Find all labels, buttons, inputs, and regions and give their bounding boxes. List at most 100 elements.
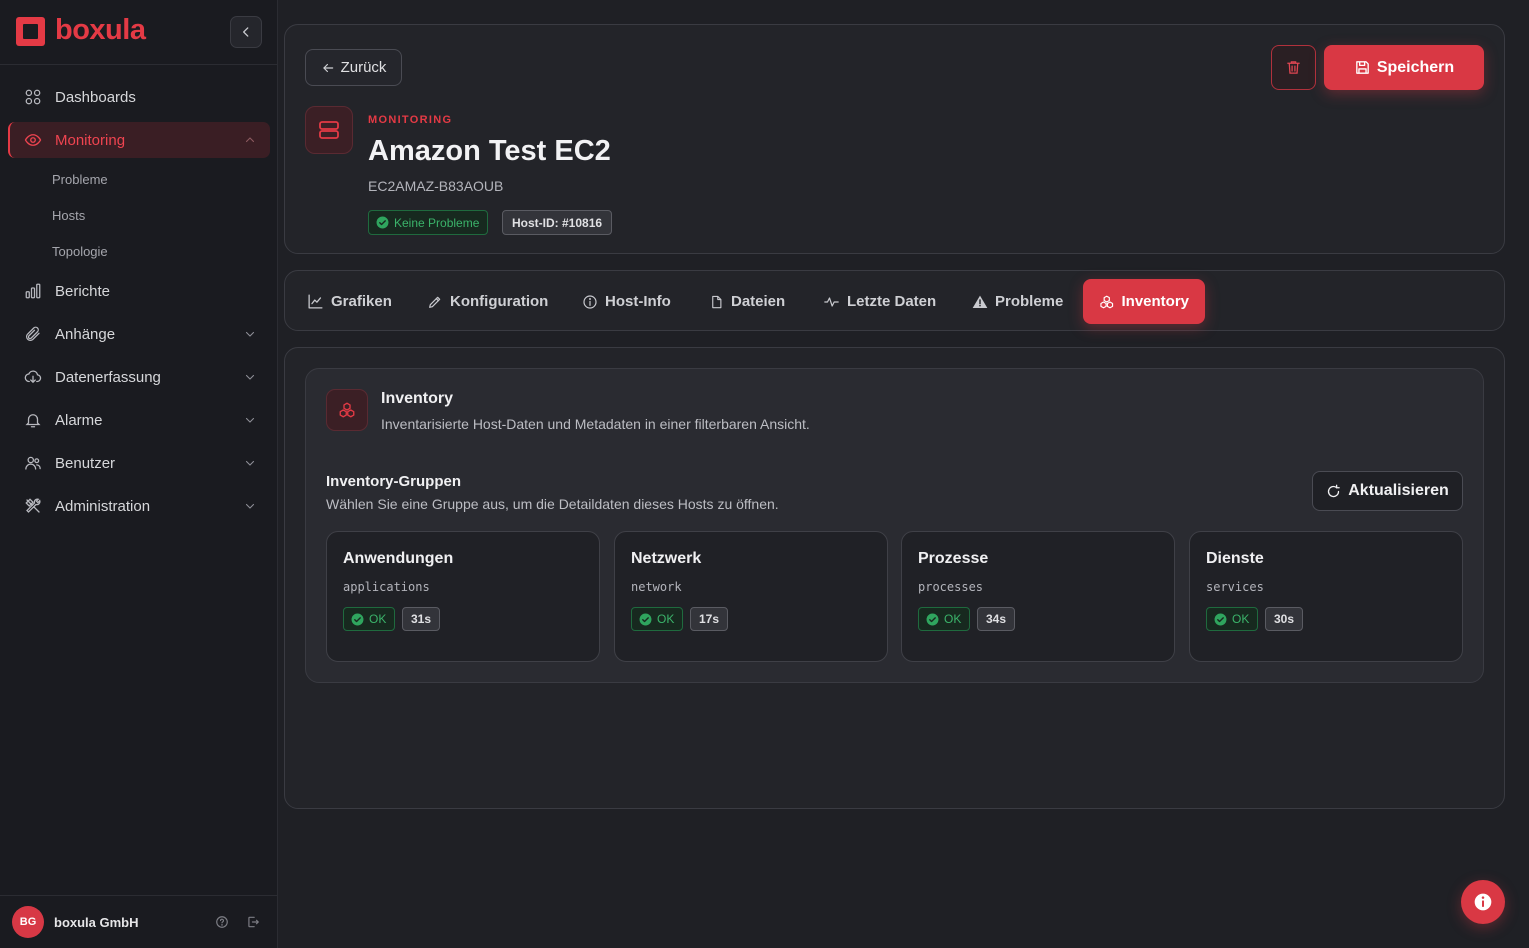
tab-inventory[interactable]: Inventory xyxy=(1083,279,1205,324)
sidebar-footer: BG boxula GmbH xyxy=(0,895,277,948)
tab-dateien[interactable]: Dateien xyxy=(693,279,801,324)
check-circle-icon xyxy=(351,613,364,625)
save-button-label: Speichern xyxy=(1376,58,1455,76)
tab-label: Grafiken xyxy=(331,293,392,310)
tab-probleme[interactable]: Probleme xyxy=(956,279,1079,324)
tab-label: Dateien xyxy=(731,293,786,310)
collapse-sidebar-button[interactable] xyxy=(230,16,262,48)
group-name: Netzwerk xyxy=(631,550,702,567)
sidebar-item-berichte[interactable]: Berichte xyxy=(8,273,270,309)
group-status-label: OK xyxy=(657,612,675,626)
sidebar-item-label: Monitoring xyxy=(55,131,126,149)
tab-konfiguration[interactable]: Konfiguration xyxy=(411,279,564,324)
inventory-group-card[interactable]: Dienste services OK 30s xyxy=(1189,531,1463,662)
sidebar-item-alarme[interactable]: Alarme xyxy=(8,402,270,438)
status-badge: Keine Probleme xyxy=(368,210,489,235)
chevron-down-icon xyxy=(244,413,256,430)
sidebar-item-label: Dashboards xyxy=(55,88,136,106)
inventory-card: Inventory Inventarisierte Host-Daten und… xyxy=(305,368,1484,683)
tab-letzte-daten[interactable]: Letzte Daten xyxy=(807,279,952,324)
users-icon xyxy=(24,454,42,472)
tab-label: Host-Info xyxy=(605,293,671,310)
group-status-badge: OK xyxy=(343,607,396,631)
file-icon xyxy=(712,295,722,308)
inventory-group-card[interactable]: Anwendungen applications OK 31s xyxy=(326,531,600,662)
tools-icon xyxy=(24,497,42,515)
tab-label: Inventory xyxy=(1121,293,1189,310)
sidebar-subitem-probleme[interactable]: Probleme xyxy=(8,161,270,197)
group-key: services xyxy=(1206,580,1264,594)
inventory-groups-description: Wählen Sie eine Gruppe aus, um die Detai… xyxy=(326,496,779,512)
status-badge-label: Keine Probleme xyxy=(394,215,480,230)
activity-icon xyxy=(824,296,839,307)
inventory-title: Inventory xyxy=(381,390,454,407)
sidebar-item-label: Alarme xyxy=(55,411,103,429)
help-icon[interactable] xyxy=(215,915,229,934)
sidebar-item-label: Anhänge xyxy=(55,325,116,343)
tab-label: Konfiguration xyxy=(450,293,549,310)
logout-icon[interactable] xyxy=(246,915,260,934)
tab-grafiken[interactable]: Grafiken xyxy=(291,279,408,324)
group-name: Anwendungen xyxy=(343,550,454,567)
check-circle-icon xyxy=(376,216,389,229)
sidebar-subitem-hosts[interactable]: Hosts xyxy=(8,197,270,233)
chevron-down-icon xyxy=(244,370,256,387)
group-name: Prozesse xyxy=(918,550,989,567)
brand-logo[interactable]: boxula xyxy=(16,16,146,46)
group-status-label: OK xyxy=(1232,612,1250,626)
tab-host-info[interactable]: Host-Info xyxy=(566,279,687,324)
info-icon xyxy=(1474,893,1492,911)
delete-button[interactable] xyxy=(1271,45,1316,90)
sidebar-item-datenerfassung[interactable]: Datenerfassung xyxy=(8,359,270,395)
cloud-download-icon xyxy=(24,368,42,386)
group-key: network xyxy=(631,580,682,594)
sidebar-nav: Dashboards Monitoring Probleme Hosts Top… xyxy=(8,79,270,531)
group-status-label: OK xyxy=(369,612,387,626)
host-header-card: Zurück Speichern MONITORING Amazon Test … xyxy=(284,24,1505,254)
save-button[interactable]: Speichern xyxy=(1324,45,1484,90)
refresh-button-label: Aktualisieren xyxy=(1348,482,1449,499)
sidebar-subitem-topologie[interactable]: Topologie xyxy=(8,233,270,269)
group-name: Dienste xyxy=(1206,550,1264,567)
sidebar-item-dashboards[interactable]: Dashboards xyxy=(8,79,270,115)
warning-icon xyxy=(972,295,988,308)
group-status-badge: OK xyxy=(631,607,684,631)
server-icon xyxy=(305,106,353,154)
sidebar-item-label: Berichte xyxy=(55,282,111,300)
boxes-icon xyxy=(1100,295,1114,308)
group-age-badge: 30s xyxy=(1265,607,1304,631)
eye-icon xyxy=(24,131,42,149)
inventory-groups-title: Inventory-Gruppen xyxy=(326,473,462,490)
group-key: processes xyxy=(918,580,984,594)
chevron-left-icon xyxy=(243,27,249,37)
line-chart-icon xyxy=(308,294,323,309)
check-circle-icon xyxy=(926,613,939,625)
refresh-button[interactable]: Aktualisieren xyxy=(1312,471,1463,511)
sidebar-item-anhaenge[interactable]: Anhänge xyxy=(8,316,270,352)
avatar[interactable]: BG xyxy=(12,906,44,938)
bar-chart-icon xyxy=(24,282,42,300)
tab-label: Letzte Daten xyxy=(847,293,937,310)
sidebar-item-benutzer[interactable]: Benutzer xyxy=(8,445,270,481)
sidebar-item-monitoring[interactable]: Monitoring xyxy=(8,122,270,158)
sidebar-item-administration[interactable]: Administration xyxy=(8,488,270,524)
host-name: EC2AMAZ-B83AOUB xyxy=(368,178,504,194)
chevron-up-icon xyxy=(244,133,256,150)
info-fab-button[interactable] xyxy=(1461,880,1505,924)
chevron-down-icon xyxy=(244,327,256,344)
brand-mark-icon xyxy=(16,17,45,46)
section-eyebrow: MONITORING xyxy=(368,114,453,126)
sidebar: boxula Dashboards Monitoring Probleme Ho… xyxy=(0,0,278,948)
refresh-icon xyxy=(1328,484,1341,497)
back-button[interactable]: Zurück xyxy=(305,49,402,86)
inventory-panel: Inventory Inventarisierte Host-Daten und… xyxy=(284,347,1505,809)
monitoring-submenu: Probleme Hosts Topologie xyxy=(8,161,270,269)
paperclip-icon xyxy=(24,325,42,343)
inventory-group-card[interactable]: Netzwerk network OK 17s xyxy=(614,531,888,662)
check-circle-icon xyxy=(639,613,652,625)
sidebar-item-label: Benutzer xyxy=(55,454,116,472)
sidebar-item-label: Datenerfassung xyxy=(55,368,161,386)
group-status-label: OK xyxy=(944,612,962,626)
pencil-icon xyxy=(429,296,441,308)
inventory-group-card[interactable]: Prozesse processes OK 34s xyxy=(901,531,1175,662)
